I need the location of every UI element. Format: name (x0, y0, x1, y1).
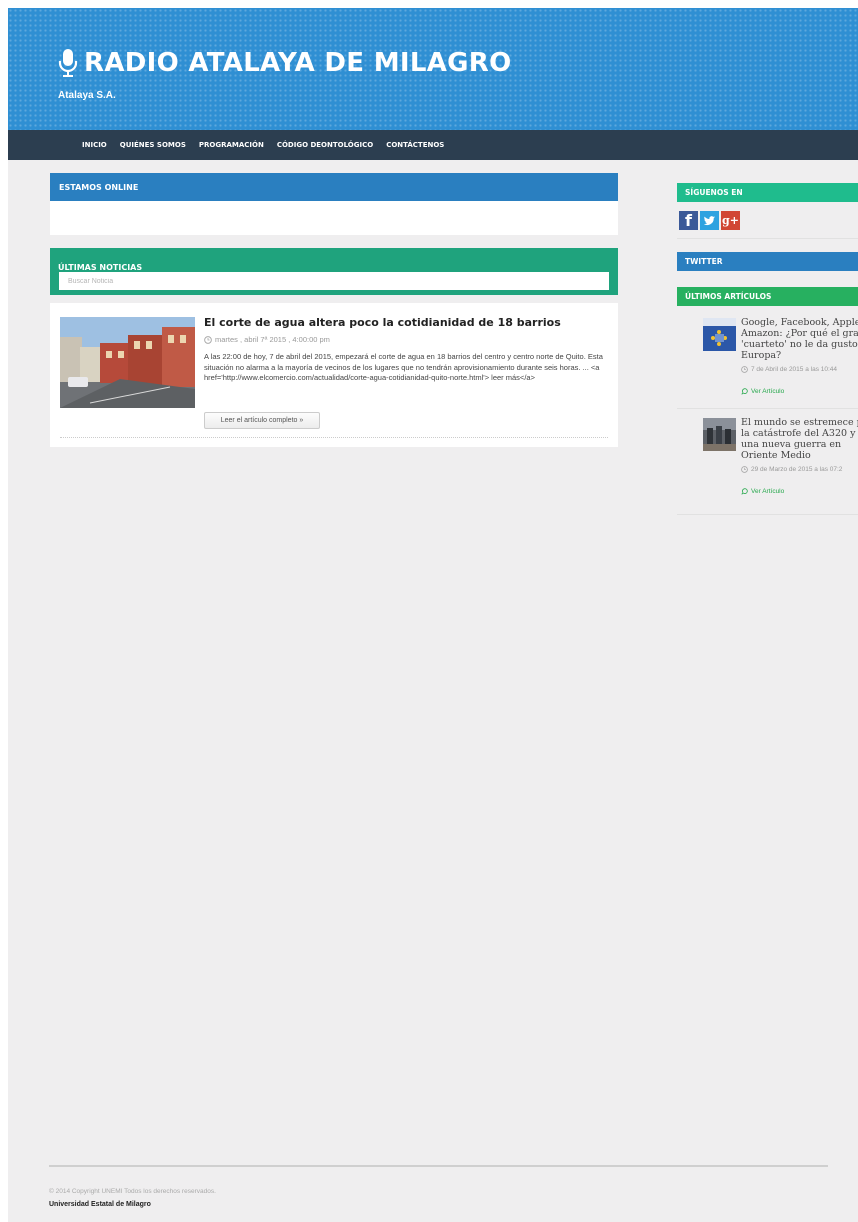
nav-item-codigo-deontologico[interactable]: CÓDIGO DEONTOLÓGICO (277, 141, 373, 149)
article-photo[interactable] (60, 317, 195, 408)
clock-icon (741, 466, 748, 473)
news-heading: ÚLTIMAS NOTICIAS (58, 263, 143, 272)
footer-copyright: © 2014 Copyright UNEMI Todos los derecho… (49, 1188, 216, 1195)
online-widget: ESTAMOS ONLINE (50, 173, 618, 235)
article-thumbnail[interactable] (703, 418, 736, 451)
view-article-link-text: Ver Artículo (751, 488, 785, 495)
street-photo-image (60, 317, 195, 408)
read-more-button[interactable]: Leer el artículo completo » (204, 412, 320, 429)
sidebar-article-date-text: 29 de Marzo de 2015 a las 07:2 (751, 466, 843, 473)
facebook-icon[interactable]: f (679, 211, 698, 230)
article-title[interactable]: El corte de agua altera poco la cotidian… (204, 316, 561, 329)
clock-icon (204, 335, 212, 344)
footer-divider (49, 1165, 828, 1167)
crash-thumbnail-image (703, 418, 736, 451)
footer-organization: Universidad Estatal de Milagro (49, 1201, 151, 1208)
sidebar-article: Google, Facebook, Apple y Amazon: ¿Por q… (677, 314, 858, 404)
title-line: El mundo se estremece por (741, 417, 858, 428)
article-date-text: martes , abril 7ª 2015 , 4:00:00 pm (215, 335, 330, 344)
online-heading: ESTAMOS ONLINE (50, 173, 618, 201)
title-line: Google, Facebook, Apple y (741, 317, 858, 328)
site-title-text: RADIO ATALAYA DE MILAGRO (84, 48, 512, 78)
sidebar-article-title[interactable]: Google, Facebook, Apple y Amazon: ¿Por q… (741, 317, 858, 361)
news-search-input[interactable] (59, 272, 609, 290)
title-line: la catástrofe del A320 y por (741, 428, 858, 439)
title-line: Oriente Medio (741, 450, 811, 461)
article-thumbnail[interactable] (703, 318, 736, 351)
sidebar-article-title[interactable]: El mundo se estremece por la catástrofe … (741, 417, 858, 461)
sidebar-article-date-text: 7 de Abril de 2015 a las 10:44 (751, 366, 838, 373)
sidebar-article-date: 29 de Marzo de 2015 a las 07:2 (741, 466, 842, 473)
title-line: Amazon: ¿Por qué el gran (741, 328, 858, 339)
sidebar-divider (677, 238, 858, 239)
twitter-bird-icon (703, 216, 715, 226)
microphone-icon (58, 49, 78, 77)
comment-icon (741, 488, 748, 495)
follow-heading: SÍGUENOS EN (677, 183, 858, 202)
site-subtitle: Atalaya S.A. (58, 90, 116, 101)
comment-icon (741, 388, 748, 395)
clock-icon (741, 366, 748, 373)
title-line: una nueva guerra en (741, 439, 842, 450)
eu-flag-thumbnail-image (703, 318, 736, 351)
sidebar-divider (677, 514, 858, 515)
view-article-link[interactable]: Ver Artículo (741, 388, 784, 395)
title-line: 'cuarteto' no le da gusto a (741, 339, 858, 350)
site-title[interactable]: RADIO ATALAYA DE MILAGRO (58, 48, 512, 78)
google-plus-icon[interactable]: g+ (721, 211, 740, 230)
article-date: martes , abril 7ª 2015 , 4:00:00 pm (204, 335, 330, 344)
articles-heading: ÚLTIMOS ARTÍCULOS (677, 287, 858, 306)
nav-item-quienes-somos[interactable]: QUIÉNES SOMOS (120, 141, 186, 149)
article-divider (60, 437, 608, 438)
article-body: A las 22:00 de hoy, 7 de abril del 2015,… (204, 352, 603, 382)
page: RADIO ATALAYA DE MILAGRO Atalaya S.A. IN… (8, 8, 858, 1222)
twitter-icon[interactable] (700, 211, 719, 230)
sidebar-divider (677, 408, 858, 409)
view-article-link[interactable]: Ver Artículo (741, 488, 784, 495)
nav-item-inicio[interactable]: INICIO (82, 141, 107, 149)
site-header: RADIO ATALAYA DE MILAGRO Atalaya S.A. (8, 8, 858, 130)
main-nav: INICIO QUIÉNES SOMOS PROGRAMACIÓN CÓDIGO… (8, 130, 858, 160)
news-article-card: El corte de agua altera poco la cotidian… (50, 303, 618, 447)
nav-item-contactenos[interactable]: CONTÁCTENOS (386, 141, 444, 149)
twitter-heading: TWITTER (677, 252, 858, 271)
title-line: Europa? (741, 350, 782, 361)
news-widget-header: ÚLTIMAS NOTICIAS (50, 248, 618, 295)
nav-item-programacion[interactable]: PROGRAMACIÓN (199, 141, 264, 149)
view-article-link-text: Ver Artículo (751, 388, 785, 395)
sidebar-article: El mundo se estremece por la catástrofe … (677, 414, 858, 504)
sidebar-article-date: 7 de Abril de 2015 a las 10:44 (741, 366, 837, 373)
